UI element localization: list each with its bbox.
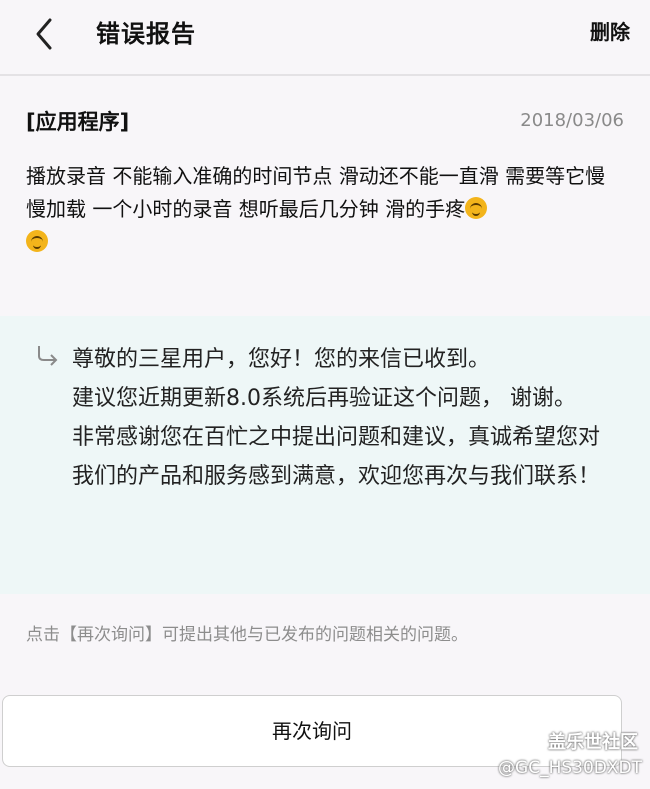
reask-button[interactable]: 再次询问 [2,695,622,767]
watermark-title: 盖乐世社区 [548,732,638,753]
reply-line-1: 尊敬的三星用户，您好！您的来信已收到。 [72,347,491,372]
report-body: 播放录音 不能输入准确的时间节点 滑动还不能一直滑 需要等它慢慢加载 一个小时的… [26,160,616,259]
report-date: 2018/03/06 [520,110,624,131]
reply-line-3: 非常感谢您在百忙之中提出问题和建议，真诚希望您对我们的产品和服务感到满意，欢迎您… [72,425,601,489]
app-header: 错误报告 删除 [0,0,650,76]
reply-line-2: 建议您近期更新8.0系统后再验证这个问题， 谢谢。 [72,386,576,411]
upside-down-face-emoji-icon [465,197,488,219]
hint-text: 点击【再次询问】可提出其他与已发布的问题相关的问题。 [26,625,468,645]
back-chevron-icon[interactable] [26,14,66,54]
delete-button[interactable]: 删除 [590,16,630,45]
reply-text: 尊敬的三星用户，您好！您的来信已收到。 建议您近期更新8.0系统后再验证这个问题… [72,340,612,496]
report-category: [应用程序] [26,110,130,134]
page-title: 错误报告 [96,20,196,48]
watermark-handle: @GC_HS30DXDT [498,758,642,778]
reply-arrow-icon [38,346,58,366]
report-body-text: 播放录音 不能输入准确的时间节点 滑动还不能一直滑 需要等它慢慢加载 一个小时的… [26,164,606,221]
upside-down-face-emoji-icon [26,230,48,252]
